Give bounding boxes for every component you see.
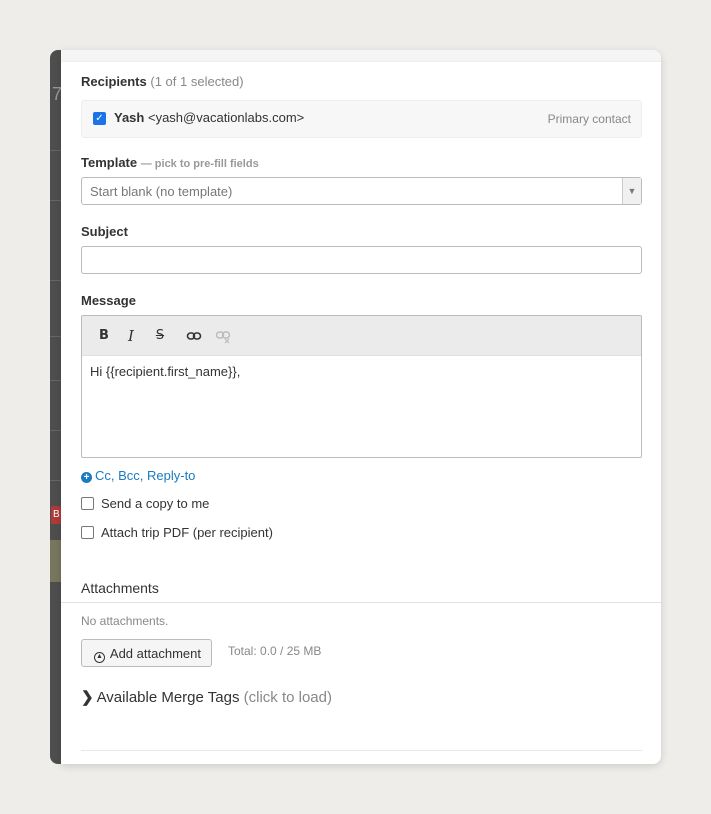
plus-circle-icon: + bbox=[81, 472, 92, 483]
link-icon[interactable] bbox=[186, 328, 202, 344]
recipient-email: <yash@vacationlabs.com> bbox=[147, 110, 305, 125]
recipient-checkbox[interactable]: ✓ bbox=[93, 112, 106, 125]
send-copy-checkbox[interactable] bbox=[81, 497, 94, 510]
template-label: Template — pick to pre-fill fields bbox=[81, 155, 259, 170]
compose-email-modal: Recipients (1 of 1 selected) ✓ Yash <yas… bbox=[61, 50, 661, 764]
recipients-count: (1 of 1 selected) bbox=[150, 74, 244, 89]
cc-link-label: Cc, Bcc, Reply-to bbox=[95, 468, 196, 483]
template-title: Template bbox=[81, 155, 138, 170]
modal-header-strip bbox=[61, 50, 661, 62]
attachments-divider bbox=[61, 602, 661, 603]
send-copy-label: Send a copy to me bbox=[101, 496, 210, 511]
primary-contact-tag: Primary contact bbox=[547, 112, 631, 126]
italic-icon[interactable]: I bbox=[123, 328, 139, 344]
recipient-name: Yash bbox=[114, 110, 145, 125]
recipient-name-line: Yash <yash@vacationlabs.com> bbox=[114, 110, 304, 125]
unlink-icon[interactable] bbox=[215, 328, 231, 344]
message-label: Message bbox=[81, 293, 136, 308]
subject-input[interactable] bbox=[81, 246, 642, 274]
add-attachment-label: Add attachment bbox=[109, 646, 201, 661]
template-hint: — pick to pre-fill fields bbox=[140, 158, 259, 170]
cc-bcc-replyto-link[interactable]: + Cc, Bcc, Reply-to bbox=[81, 468, 195, 483]
upload-circle-icon: ▲ bbox=[94, 652, 105, 663]
recipient-row[interactable]: ✓ Yash <yash@vacationlabs.com> Primary c… bbox=[81, 100, 642, 138]
attach-pdf-checkbox[interactable] bbox=[81, 526, 94, 539]
chevron-right-icon: ❯ bbox=[81, 689, 94, 706]
attachments-total: Total: 0.0 / 25 MB bbox=[228, 644, 322, 658]
footer-divider bbox=[81, 750, 642, 751]
recipients-label: Recipients (1 of 1 selected) bbox=[81, 74, 244, 89]
template-selected-value: Start blank (no template) bbox=[90, 184, 233, 199]
editor-toolbar: B I S bbox=[82, 316, 641, 356]
merge-tags-toggle[interactable]: ❯ Available Merge Tags (click to load) bbox=[81, 688, 332, 706]
attach-pdf-label: Attach trip PDF (per recipient) bbox=[101, 525, 273, 540]
background-badge: B bbox=[51, 506, 61, 524]
recipients-title: Recipients bbox=[81, 74, 147, 89]
send-copy-option[interactable]: Send a copy to me bbox=[81, 496, 209, 511]
no-attachments-text: No attachments. bbox=[81, 614, 169, 628]
merge-tags-label: Available Merge Tags bbox=[96, 689, 240, 706]
attachments-title: Attachments bbox=[81, 580, 159, 596]
message-body[interactable]: Hi {{recipient.first_name}}, bbox=[82, 356, 641, 387]
add-attachment-button[interactable]: ▲ Add attachment bbox=[81, 639, 212, 667]
bold-icon[interactable]: B bbox=[96, 328, 112, 344]
attach-pdf-option[interactable]: Attach trip PDF (per recipient) bbox=[81, 525, 273, 540]
message-editor[interactable]: B I S Hi {{recipient.first_name}}, bbox=[81, 315, 642, 458]
merge-tags-hint: (click to load) bbox=[243, 689, 332, 706]
chevron-down-icon[interactable]: ▼ bbox=[622, 178, 641, 204]
strikethrough-icon[interactable]: S bbox=[152, 328, 168, 344]
subject-label: Subject bbox=[81, 224, 128, 239]
template-select[interactable]: Start blank (no template) ▼ bbox=[81, 177, 642, 205]
